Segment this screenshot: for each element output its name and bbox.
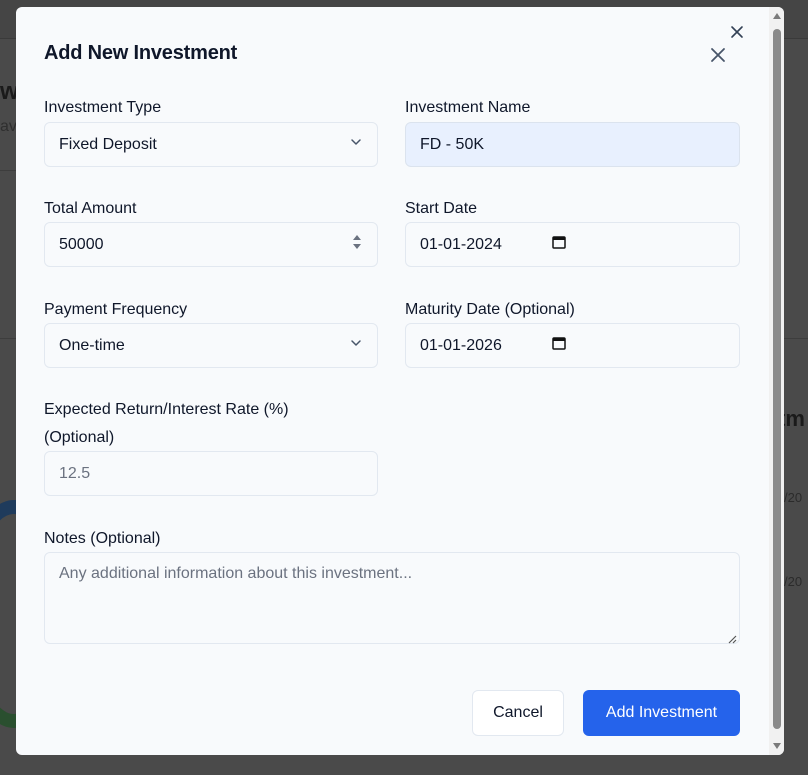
investment-type-label: Investment Type — [44, 99, 162, 116]
background-divider — [784, 338, 808, 339]
dialog-scrollbar[interactable] — [769, 7, 784, 755]
expected-return-placeholder: 12.5 — [59, 464, 91, 482]
cancel-button[interactable]: Cancel — [472, 690, 564, 736]
notes-placeholder: Any additional information about this in… — [59, 565, 413, 582]
payment-frequency-value: One-time — [59, 336, 125, 354]
maturity-date-label: Maturity Date (Optional) — [405, 301, 575, 318]
background-divider — [0, 338, 16, 339]
spinner-icon[interactable] — [351, 232, 363, 257]
total-amount-label: Total Amount — [44, 200, 137, 217]
expected-return-input[interactable]: 12.5 — [44, 451, 378, 496]
add-investment-button[interactable]: Add Investment — [583, 690, 740, 736]
start-date-value: 01-01-2024 — [420, 235, 502, 253]
scroll-thumb[interactable] — [773, 29, 781, 729]
start-date-input[interactable]: 01-01-2024 — [405, 222, 740, 267]
chevron-down-icon — [349, 135, 363, 154]
add-investment-dialog: Add New Investment Investment Type Fixed… — [16, 7, 784, 755]
scroll-down-arrow[interactable] — [773, 743, 781, 749]
investment-type-select[interactable]: Fixed Deposit — [44, 122, 378, 167]
start-date-label: Start Date — [405, 200, 478, 217]
chevron-down-icon — [349, 336, 363, 355]
calendar-icon[interactable] — [552, 235, 566, 254]
total-amount-input[interactable]: 50000 — [44, 222, 378, 267]
dialog-content: Add New Investment Investment Type Fixed… — [16, 7, 769, 755]
background-right-text: /20 — [784, 574, 803, 589]
investment-name-label: Investment Name — [405, 99, 531, 116]
background-divider — [0, 170, 16, 171]
investment-type-value: Fixed Deposit — [59, 135, 157, 153]
notes-label: Notes (Optional) — [44, 530, 161, 547]
notes-textarea[interactable]: Any additional information about this in… — [44, 552, 740, 644]
investment-name-input[interactable]: FD - 50K — [405, 122, 740, 167]
background-right-text: /20 — [784, 490, 803, 505]
background-subtext: av — [0, 118, 17, 135]
dialog-title: Add New Investment — [44, 42, 238, 64]
maturity-date-value: 01-01-2026 — [420, 336, 502, 354]
investment-name-value: FD - 50K — [420, 135, 485, 153]
payment-frequency-label: Payment Frequency — [44, 301, 188, 318]
resize-handle-icon[interactable] — [727, 631, 737, 644]
expected-return-label: Expected Return/Interest Rate (%) — [44, 401, 289, 418]
close-icon[interactable] — [709, 46, 727, 64]
total-amount-value: 50000 — [59, 235, 104, 253]
maturity-date-input[interactable]: 01-01-2026 — [405, 323, 740, 368]
scroll-up-arrow[interactable] — [773, 13, 781, 19]
close-icon[interactable] — [730, 25, 744, 39]
payment-frequency-select[interactable]: One-time — [44, 323, 378, 368]
expected-return-label-optional: (Optional) — [44, 429, 115, 446]
calendar-icon[interactable] — [552, 336, 566, 355]
